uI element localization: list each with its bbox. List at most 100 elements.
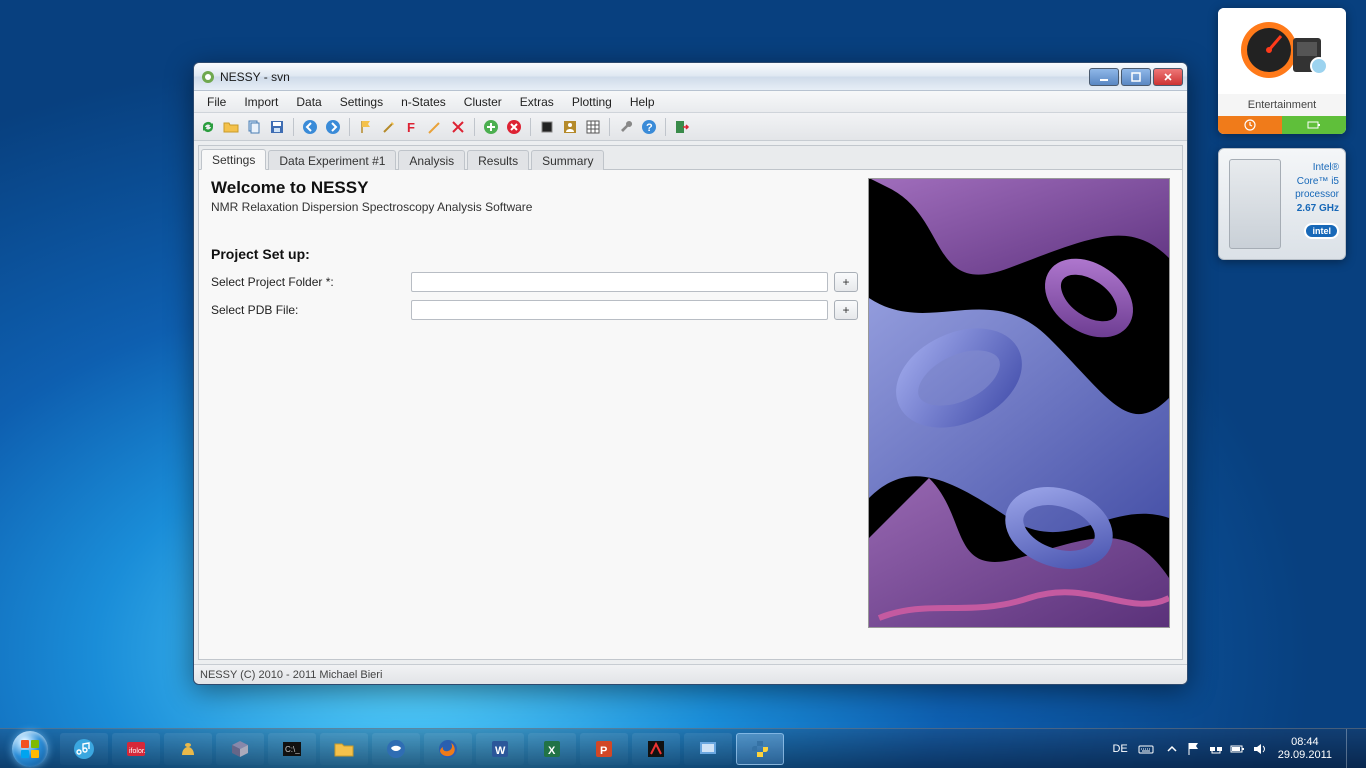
tray-time: 08:44 (1278, 736, 1332, 749)
welcome-subtitle: NMR Relaxation Dispersion Spectroscopy A… (211, 200, 858, 214)
taskbar-pin-genie[interactable] (164, 733, 212, 765)
welcome-title: Welcome to NESSY (211, 178, 858, 198)
help-icon[interactable]: ? (639, 117, 659, 137)
taskbar-pin-thunderbird[interactable] (372, 733, 420, 765)
intel-badge: intel (1287, 223, 1339, 239)
keyboard-icon[interactable] (1138, 741, 1154, 757)
menu-item-data[interactable]: Data (287, 93, 330, 111)
section-title: Project Set up: (211, 246, 858, 262)
taskbar-pin-firefox[interactable] (424, 733, 472, 765)
row-pdb-file: Select PDB File: + (211, 300, 858, 320)
taskbar-pin-excel[interactable]: X (528, 733, 576, 765)
row-project-folder: Select Project Folder *: + (211, 272, 858, 292)
browse-project-folder-button[interactable]: + (834, 272, 858, 292)
taskbar-pin-python[interactable] (736, 733, 784, 765)
titlebar[interactable]: NESSY - svn (194, 63, 1187, 91)
toolbar-separator (293, 118, 294, 136)
taskbar-pin-acrobat[interactable] (632, 733, 680, 765)
minimize-button[interactable] (1089, 68, 1119, 86)
browse-pdb-file-button[interactable]: + (834, 300, 858, 320)
tabstrip: Settings Data Experiment #1 Analysis Res… (199, 146, 1182, 170)
protein-preview (868, 178, 1170, 628)
grid-icon[interactable] (583, 117, 603, 137)
taskbar-pin-cmd[interactable]: C:\_ (268, 733, 316, 765)
tray-clock[interactable]: 08:44 29.09.2011 (1278, 736, 1332, 761)
taskbar-pin-word[interactable]: W (476, 733, 524, 765)
taskbar-pin-ifolor[interactable]: ifolor. (112, 733, 160, 765)
tray-flag-icon[interactable] (1186, 741, 1202, 757)
taskbar-pin-explorer[interactable] (320, 733, 368, 765)
taskbar-pin-generic[interactable] (684, 733, 732, 765)
close-button[interactable] (1153, 68, 1183, 86)
tray-battery-icon[interactable] (1230, 741, 1246, 757)
tray-chevron-up-icon[interactable] (1164, 741, 1180, 757)
tray-network-icon[interactable] (1208, 741, 1224, 757)
delete-x-icon[interactable] (448, 117, 468, 137)
gadget-she-footer (1218, 116, 1346, 134)
menu-item-settings[interactable]: Settings (331, 93, 392, 111)
tab-settings[interactable]: Settings (201, 149, 266, 170)
toolbar-separator (474, 118, 475, 136)
tab-results[interactable]: Results (467, 150, 529, 170)
cpu-line-1: Intel® (1287, 161, 1339, 175)
remove-red-icon[interactable] (504, 117, 524, 137)
flag-icon[interactable] (356, 117, 376, 137)
tab-data-exp-1[interactable]: Data Experiment #1 (268, 150, 396, 170)
tab-summary[interactable]: Summary (531, 150, 604, 170)
menu-item-cluster[interactable]: Cluster (455, 93, 511, 111)
refresh-icon[interactable] (198, 117, 218, 137)
gadget-cpu[interactable]: Intel® Core™ i5 processor 2.67 GHz intel (1218, 148, 1346, 260)
taskbar-pin-itunes[interactable] (60, 733, 108, 765)
toolbar-separator (349, 118, 350, 136)
menu-item-nstates[interactable]: n-States (392, 93, 455, 111)
show-desktop-button[interactable] (1346, 729, 1356, 768)
input-project-folder[interactable] (411, 272, 828, 292)
input-pdb-file[interactable] (411, 300, 828, 320)
battery-icon[interactable] (1282, 116, 1346, 134)
folder-icon[interactable] (221, 117, 241, 137)
save-icon[interactable] (267, 117, 287, 137)
svg-text:ifolor.: ifolor. (129, 748, 146, 755)
gadget-super-hybrid-engine[interactable]: Entertainment (1218, 8, 1346, 134)
workspace: Settings Data Experiment #1 Analysis Res… (198, 145, 1183, 660)
wizard-icon[interactable] (379, 117, 399, 137)
label-pdb-file: Select PDB File: (211, 303, 411, 317)
cpu-line-2: Core™ i5 (1287, 175, 1339, 189)
system-tray: DE 08:44 29.09.2011 (1112, 729, 1360, 768)
start-button[interactable] (6, 729, 54, 768)
gadget-she-label: Entertainment (1218, 94, 1346, 116)
user-icon[interactable] (560, 117, 580, 137)
window-title: NESSY - svn (220, 70, 1087, 84)
cpu-info: Intel® Core™ i5 processor 2.67 GHz intel (1287, 149, 1345, 259)
tray-language[interactable]: DE (1112, 743, 1127, 755)
maximize-button[interactable] (1121, 68, 1151, 86)
menu-item-import[interactable]: Import (235, 93, 287, 111)
clock-icon[interactable] (1218, 116, 1282, 134)
gadget-she-art (1218, 8, 1346, 94)
forward-icon[interactable] (323, 117, 343, 137)
menu-item-extras[interactable]: Extras (511, 93, 563, 111)
copy-icon[interactable] (244, 117, 264, 137)
svg-text:C:\_: C:\_ (285, 745, 300, 754)
f-letter-icon[interactable]: F (402, 117, 422, 137)
svg-text:W: W (495, 745, 506, 757)
taskbar-pin-powerpoint[interactable]: P (580, 733, 628, 765)
menu-item-help[interactable]: Help (621, 93, 664, 111)
svg-text:F: F (407, 120, 415, 135)
taskbar: ifolor. C:\_ W X P DE 08:44 29.09.2011 (0, 728, 1366, 768)
tab-analysis[interactable]: Analysis (398, 150, 465, 170)
add-green-icon[interactable] (481, 117, 501, 137)
back-icon[interactable] (300, 117, 320, 137)
cpu-chip-icon (1229, 159, 1281, 249)
stop-icon[interactable] (537, 117, 557, 137)
menu-item-plotting[interactable]: Plotting (563, 93, 621, 111)
menu-item-file[interactable]: File (198, 93, 235, 111)
exit-icon[interactable] (672, 117, 692, 137)
app-icon (200, 69, 216, 85)
tray-volume-icon[interactable] (1252, 741, 1268, 757)
cpu-line-4: 2.67 GHz (1287, 202, 1339, 216)
wrench-icon[interactable] (616, 117, 636, 137)
edit-icon[interactable] (425, 117, 445, 137)
taskbar-pin-virtualbox[interactable] (216, 733, 264, 765)
statusbar: NESSY (C) 2010 - 2011 Michael Bieri (194, 664, 1187, 684)
